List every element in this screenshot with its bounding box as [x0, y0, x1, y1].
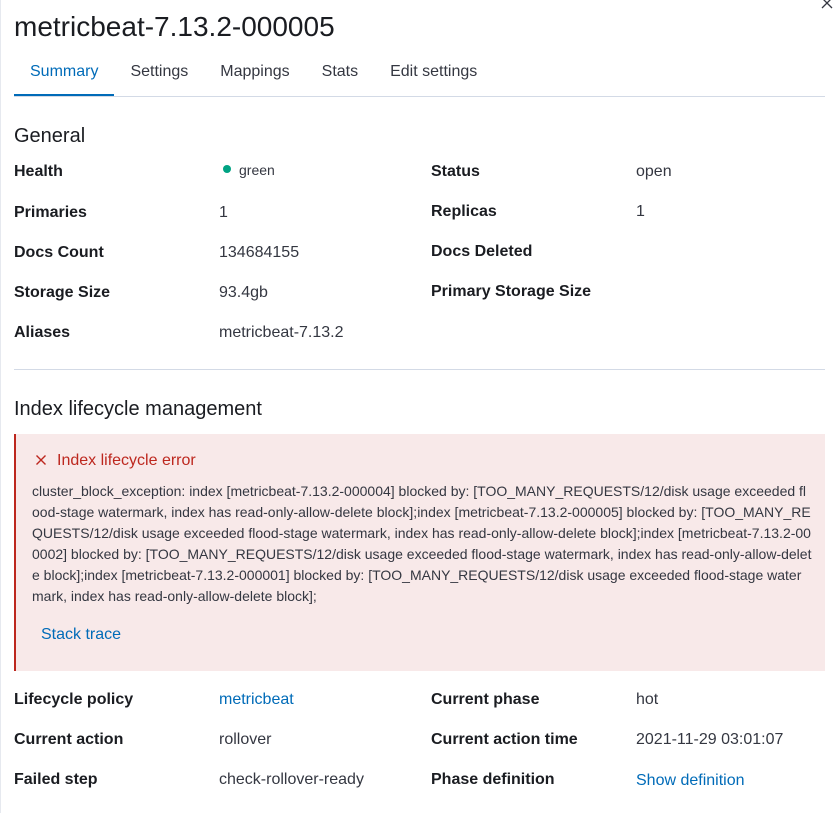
- docs-count-value: 134684155: [219, 244, 300, 261]
- error-cross-icon: [36, 454, 46, 465]
- health-label: Health: [14, 163, 63, 180]
- show-definition-link[interactable]: Show definition: [636, 772, 745, 790]
- current-action-value: rollover: [219, 731, 272, 748]
- tab-edit-settings[interactable]: Edit settings: [374, 56, 493, 95]
- current-action-label: Current action: [14, 731, 124, 748]
- lifecycle-policy-label: Lifecycle policy: [14, 691, 134, 708]
- ilm-section-title: Index lifecycle management: [14, 398, 262, 420]
- docs-count-label: Docs Count: [14, 244, 104, 261]
- tab-stats[interactable]: Stats: [306, 56, 374, 95]
- aliases-label: Aliases: [14, 324, 71, 341]
- close-button[interactable]: [819, 0, 835, 12]
- status-value: open: [636, 163, 672, 180]
- lifecycle-policy-link[interactable]: metricbeat: [219, 691, 294, 709]
- primary-storage-size-label: Primary Storage Size: [431, 283, 592, 300]
- ilm-error-title: Index lifecycle error: [33, 452, 196, 470]
- status-label: Status: [431, 163, 480, 180]
- tab-summary[interactable]: Summary: [14, 56, 115, 96]
- replicas-label: Replicas: [431, 203, 497, 220]
- section-divider: [14, 369, 825, 370]
- replicas-value: 1: [636, 203, 645, 220]
- aliases-value: metricbeat-7.13.2: [219, 324, 344, 341]
- health-text: green: [239, 162, 275, 178]
- failed-step-label: Failed step: [14, 771, 98, 788]
- tab-settings[interactable]: Settings: [114, 56, 204, 95]
- flyout-title: metricbeat-7.13.2-000005: [14, 11, 335, 42]
- health-status-icon: [223, 164, 231, 173]
- primaries-value: 1: [219, 204, 228, 221]
- current-phase-value: hot: [636, 691, 659, 708]
- ilm-error-title-text: Index lifecycle error: [57, 452, 196, 469]
- current-phase-label: Current phase: [431, 691, 540, 708]
- storage-size-value: 93.4gb: [219, 284, 268, 301]
- tab-mappings[interactable]: Mappings: [204, 56, 305, 95]
- general-section-title: General: [14, 125, 86, 147]
- phase-definition-label: Phase definition: [431, 771, 555, 788]
- primaries-label: Primaries: [14, 204, 87, 221]
- index-details-flyout: metricbeat-7.13.2-000005 Summary Setting…: [0, 0, 835, 813]
- storage-size-label: Storage Size: [14, 284, 111, 301]
- current-action-time-label: Current action time: [431, 731, 578, 748]
- ilm-error-message: cluster_block_exception: index [metricbe…: [32, 483, 812, 604]
- tab-bar: Summary Settings Mappings Stats Edit set…: [14, 56, 825, 97]
- stack-trace-button[interactable]: Stack trace: [41, 626, 121, 644]
- close-icon: [821, 0, 833, 9]
- ilm-error-callout: Index lifecycle error cluster_block_exce…: [14, 434, 825, 671]
- current-action-time-value: 2021-11-29 03:01:07: [636, 731, 784, 748]
- failed-step-value: check-rollover-ready: [219, 771, 364, 788]
- docs-deleted-label: Docs Deleted: [431, 243, 533, 260]
- health-value: green: [223, 162, 275, 180]
